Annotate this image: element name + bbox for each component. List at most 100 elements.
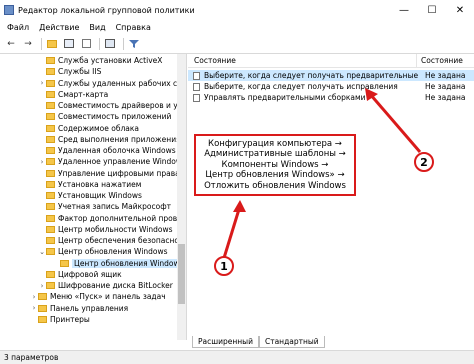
folder-icon: [46, 214, 55, 222]
show-hide-tree-icon[interactable]: [62, 37, 76, 51]
tree-item-label: Управление цифровыми правами: [58, 168, 187, 178]
tree-item-label: Служба установки ActiveX: [58, 56, 163, 65]
tree-scroll-thumb[interactable]: [178, 244, 185, 304]
forward-icon[interactable]: →: [21, 37, 35, 51]
folder-icon: [46, 203, 55, 211]
expand-chevron-icon[interactable]: ›: [30, 304, 38, 312]
title-bar: Редактор локальной групповой политики — …: [0, 0, 474, 20]
tree-item-label: Совместимость драйверов и устр: [58, 101, 187, 110]
view-tabs: Расширенный Стандартный: [192, 336, 325, 348]
tree-item[interactable]: › Меню «Пуск» и панель задач: [30, 291, 166, 302]
folder-icon: [38, 315, 47, 323]
policy-setting-icon: [193, 93, 200, 102]
back-icon[interactable]: ←: [4, 37, 18, 51]
folder-icon: [46, 124, 55, 132]
tree-panel: Служба установки ActiveX Службы IIS › Служб…: [0, 54, 187, 340]
tree-item-label: Шифрование диска BitLocker: [58, 281, 173, 290]
tree-item[interactable]: Удаленная оболочка Windows: [38, 145, 176, 156]
export-icon[interactable]: [79, 37, 93, 51]
toolbar-separator: [99, 37, 100, 50]
tree-item[interactable]: Совместимость приложений: [38, 111, 171, 122]
menu-bar: Файл Действие Вид Справка: [0, 20, 474, 34]
tree-item-label: Службы удаленных рабочих сто: [58, 78, 187, 88]
annotation-line: Конфигурация компьютера →: [208, 138, 342, 149]
properties-icon[interactable]: [103, 37, 117, 51]
tree-item[interactable]: › Шифрование диска BitLocker: [38, 280, 173, 291]
menu-action[interactable]: Действие: [34, 23, 84, 32]
tree-item-label: Учетная запись Майкрософт: [58, 202, 171, 212]
tree-item-label: Службы IIS: [58, 67, 102, 77]
tree-scrollbar[interactable]: [177, 54, 186, 340]
tree-item[interactable]: Управление цифровыми правами: [38, 168, 187, 179]
filter-icon[interactable]: [127, 37, 141, 51]
tree-item-label: Фактор дополнительной проверк: [58, 213, 187, 223]
folder-icon: [46, 270, 55, 278]
tree-item[interactable]: Установка нажатием: [38, 179, 141, 190]
minimize-button[interactable]: —: [390, 0, 418, 20]
tree-item[interactable]: Совместимость драйверов и устр: [38, 100, 187, 111]
policy-row[interactable]: Выберите, когда следует получать исправл…: [188, 81, 474, 92]
tree-item[interactable]: ⌄ Центр обновления Windows: [38, 246, 168, 257]
policy-name: Управлять предварительными сборками: [204, 93, 366, 102]
column-header-setting[interactable]: Состояние: [188, 56, 416, 65]
tree-item[interactable]: Центр обновления Windows: [52, 258, 186, 269]
folder-icon: [46, 180, 55, 188]
menu-view[interactable]: Вид: [84, 23, 110, 32]
policy-row[interactable]: Управлять предварительными сборками Не за…: [188, 92, 474, 103]
tree-item[interactable]: Фактор дополнительной проверк: [38, 213, 187, 224]
maximize-button[interactable]: ☐: [418, 0, 446, 20]
tree-item[interactable]: Центр мобильности Windows: [38, 224, 173, 235]
tree-item[interactable]: Служба установки ActiveX: [38, 55, 162, 66]
menu-help[interactable]: Справка: [111, 23, 156, 32]
tree-item[interactable]: Содержимое облака: [38, 123, 139, 134]
tree-item-label: Центр мобильности Windows: [58, 224, 173, 234]
tree-item[interactable]: Службы IIS: [38, 66, 101, 77]
folder-icon: [46, 192, 55, 199]
tree-item[interactable]: Принтеры: [30, 314, 90, 325]
window-title: Редактор локальной групповой политики: [18, 5, 195, 15]
tree-item[interactable]: Учетная запись Майкрософт: [38, 201, 171, 212]
tree-item-label: Цифровой ящик: [58, 269, 122, 279]
tree-item[interactable]: Цифровой ящик: [38, 269, 122, 280]
status-bar: 3 параметров: [0, 350, 474, 364]
settings-list-panel: Состояние Состояние Выберите, когда след…: [188, 53, 474, 340]
tab-standard[interactable]: Стандартный: [258, 336, 325, 348]
tree-item[interactable]: Смарт-карта: [38, 89, 108, 100]
tree-item-label: Центр обеспечения безопасност: [58, 236, 187, 245]
expand-chevron-icon[interactable]: ›: [38, 282, 46, 290]
tree-item[interactable]: › Удаленное управление Windows: [38, 156, 186, 167]
tree-item-label: Содержимое облака: [58, 123, 139, 133]
policy-setting-icon: [193, 82, 200, 91]
policy-status: Не задана: [425, 93, 466, 102]
folder-icon: [46, 102, 55, 109]
expand-chevron-icon[interactable]: ⌄: [38, 248, 46, 256]
folder-icon: [46, 169, 55, 177]
policy-row[interactable]: Выберите, когда следует получать предвар…: [188, 70, 474, 81]
annotation-line: Административные шаблоны →: [204, 149, 346, 160]
tree-item[interactable]: Центр обеспечения безопасност: [38, 235, 187, 246]
tree-item-label: Удаленная оболочка Windows: [58, 146, 176, 155]
tree-item[interactable]: › Панель управления: [30, 303, 129, 314]
tab-extended[interactable]: Расширенный: [192, 336, 259, 348]
tree-item-label: Центр обновления Windows: [58, 247, 168, 257]
policy-name: Выберите, когда следует получать исправл…: [204, 82, 398, 91]
menu-file[interactable]: Файл: [2, 23, 34, 32]
tree-item[interactable]: Сред выполнения приложения: [38, 134, 181, 145]
tree-item-label: Удаленное управление Windows: [58, 157, 186, 167]
folder-icon: [46, 90, 55, 98]
status-text: 3 параметров: [4, 353, 59, 362]
column-header-state[interactable]: Состояние: [416, 53, 463, 68]
expand-chevron-icon[interactable]: ›: [38, 158, 46, 166]
tree-item[interactable]: › Службы удаленных рабочих сто: [38, 78, 186, 89]
expand-chevron-icon[interactable]: ›: [38, 79, 46, 87]
tree-item-label: Меню «Пуск» и панель задач: [50, 292, 166, 302]
folder-icon: [60, 259, 69, 267]
folder-up-icon[interactable]: [45, 37, 59, 51]
folder-icon: [46, 68, 55, 76]
tree-item[interactable]: Установщик Windows: [38, 190, 142, 201]
folder-icon: [46, 135, 55, 143]
tree-item-label: Панель управления: [50, 303, 129, 313]
close-button[interactable]: ✕: [446, 0, 474, 20]
tree-item-label: Совместимость приложений: [58, 112, 172, 122]
expand-chevron-icon[interactable]: ›: [30, 293, 38, 301]
